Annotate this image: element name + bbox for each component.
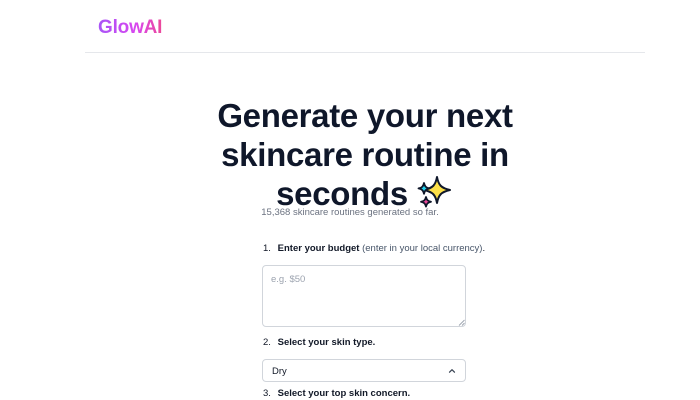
- step-1-title: Enter your budget: [277, 243, 360, 254]
- step-3-number: 3.: [263, 388, 271, 399]
- resize-grip-icon[interactable]: [458, 319, 465, 326]
- title-line-2: skincare routine in: [221, 136, 509, 173]
- step-2-title: Select your skin type.: [277, 337, 376, 348]
- budget-input[interactable]: [262, 265, 466, 327]
- skin-type-value: Dry: [272, 366, 287, 377]
- step-3-label: 3. Select your top skin concern.: [263, 388, 410, 399]
- chevron-up-down-icon: [448, 369, 456, 373]
- step-2-label: 2. Select your skin type.: [263, 337, 375, 348]
- sparkles-icon: [417, 176, 451, 208]
- glowai-logo[interactable]: GlowAI: [98, 17, 162, 39]
- step-1-number: 1.: [263, 243, 271, 254]
- top-header: GlowAI: [85, 0, 645, 53]
- step-1-label: 1. Enter your budget (enter in your loca…: [263, 243, 485, 254]
- page-title: Generate your next skincare routine in s…: [150, 96, 580, 213]
- step-2-number: 2.: [263, 337, 271, 348]
- routines-count-text: 15,368 skincare routines generated so fa…: [261, 207, 439, 218]
- step-1-hint: (enter in your local currency): [362, 243, 483, 254]
- step-1-suffix: .: [482, 243, 486, 254]
- skin-type-select[interactable]: Dry: [262, 359, 466, 382]
- step-3-title: Select your top skin concern.: [277, 388, 411, 399]
- title-line-1: Generate your next: [217, 97, 513, 134]
